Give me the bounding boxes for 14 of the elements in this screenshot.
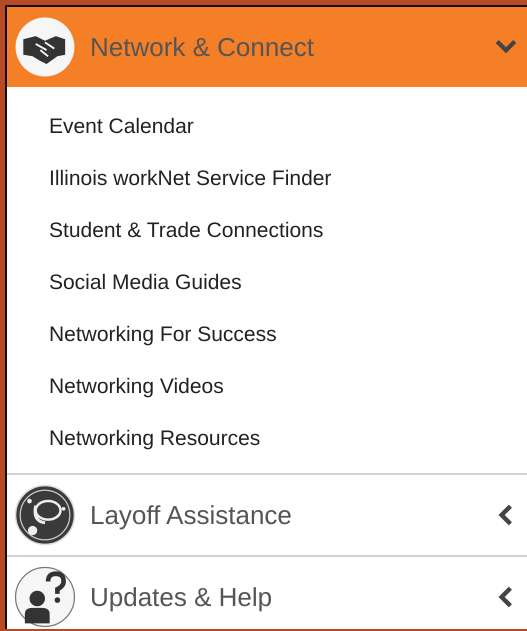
section-title: Updates & Help: [90, 582, 274, 612]
orbit-icon: [14, 484, 76, 546]
menu-link[interactable]: Social Media Guides: [49, 257, 242, 309]
menu-link[interactable]: Networking Videos: [49, 361, 224, 413]
section-title: Network & Connect: [90, 32, 315, 62]
menu-link[interactable]: Networking For Success: [49, 309, 277, 361]
section-title: Layoff Assistance: [90, 500, 293, 530]
menu-link[interactable]: Event Calendar: [49, 101, 194, 153]
menu-link[interactable]: Illinois workNet Service Finder: [49, 153, 332, 205]
handshake-icon: [14, 16, 76, 78]
section-header[interactable]: Updates & Help: [7, 557, 527, 631]
menu-link[interactable]: Networking Resources: [49, 413, 260, 465]
section-header[interactable]: Layoff Assistance: [7, 475, 527, 555]
menu-link[interactable]: Student & Trade Connections: [49, 205, 324, 257]
